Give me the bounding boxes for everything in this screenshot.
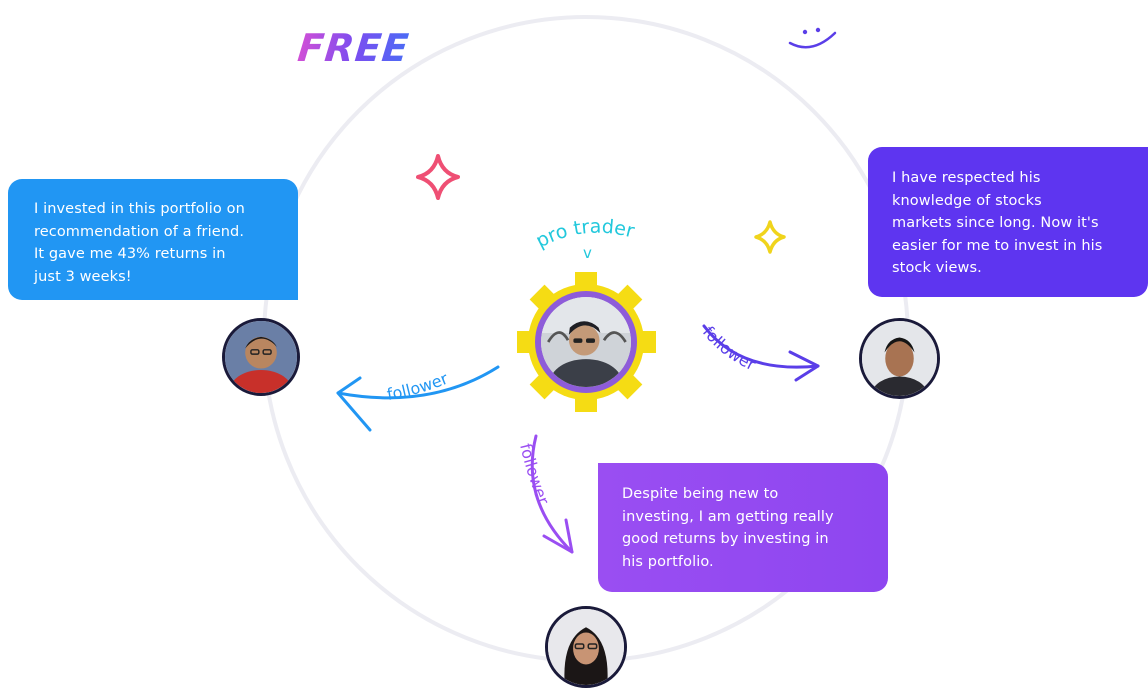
arrow-left-icon	[336, 365, 500, 432]
follower-avatar-right	[859, 318, 940, 399]
testimonial-line: good returns by investing in	[622, 531, 829, 547]
person-photo-icon	[225, 321, 297, 393]
testimonial-line: stock views.	[892, 260, 982, 276]
testimonial-line: It gave me 43% returns in	[34, 246, 226, 262]
testimonial-line: easier for me to invest in his	[892, 237, 1103, 254]
smiley-icon	[788, 27, 837, 49]
follower-avatar-left	[222, 318, 300, 396]
testimonial-bubble-bottom: Despite being new to investing, I am get…	[598, 463, 888, 592]
testimonial-line: investing, I am getting really	[622, 508, 834, 525]
testimonial-line: knowledge of stocks	[892, 192, 1042, 209]
person-photo-icon	[541, 297, 631, 387]
person-photo-icon	[862, 321, 937, 396]
testimonial-line: I invested in this portfolio on	[34, 201, 245, 217]
follower-label-left: follower	[385, 369, 451, 404]
pink-sparkle-icon	[416, 154, 460, 200]
pro-trader-avatar	[535, 291, 637, 393]
follower-label-right: follower	[699, 323, 759, 375]
testimonial-line: I have respected his	[892, 170, 1041, 186]
person-photo-icon	[548, 609, 624, 685]
testimonial-bubble-right: I have respected his knowledge of stocks…	[868, 147, 1148, 297]
pro-trader-caret: v	[583, 244, 592, 262]
testimonial-line: markets since long. Now it's	[892, 215, 1099, 231]
testimonial-line: Despite being new to	[622, 486, 779, 502]
testimonial-line: his portfolio.	[622, 553, 714, 570]
testimonial-bubble-left: I invested in this portfolio on recommen…	[8, 179, 298, 300]
free-badge: FREE	[295, 26, 412, 70]
testimonial-line: recommendation of a friend.	[34, 223, 245, 240]
follower-label-bottom: follower	[516, 441, 553, 507]
follower-avatar-bottom	[545, 606, 627, 688]
yellow-sparkle-icon	[754, 220, 786, 254]
testimonial-line: just 3 weeks!	[34, 268, 132, 285]
